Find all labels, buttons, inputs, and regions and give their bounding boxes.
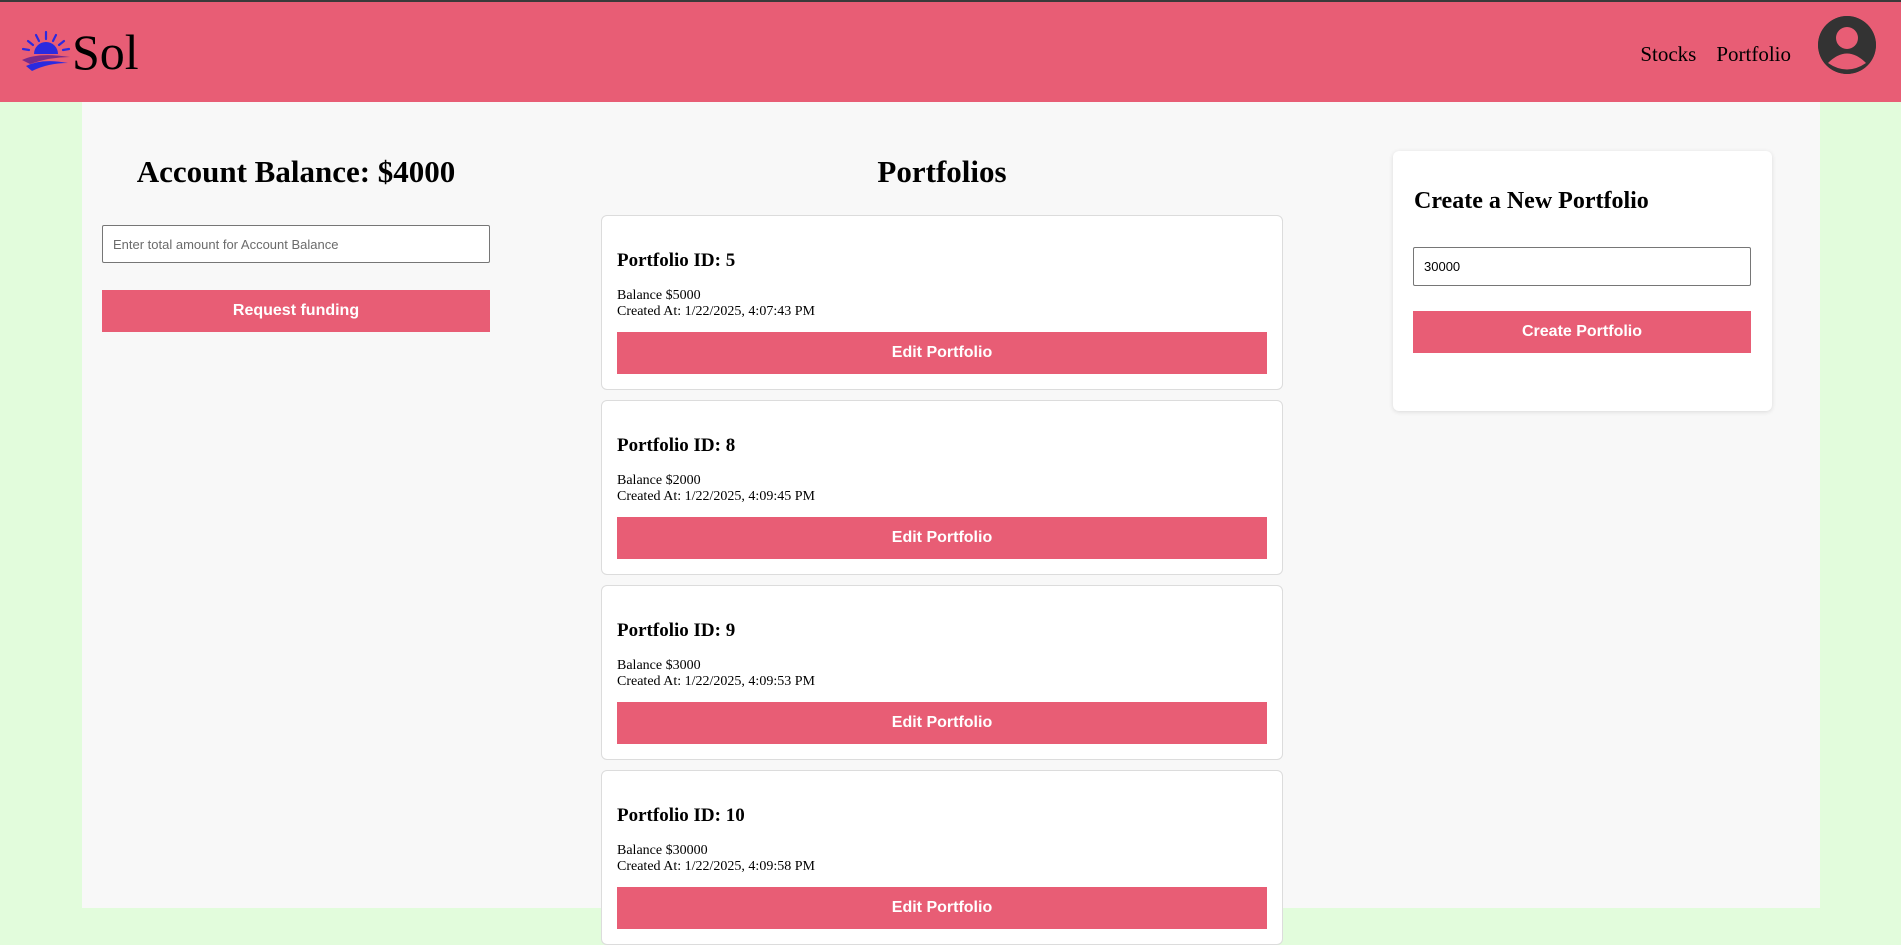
portfolio-title: Portfolio ID: 5 [617, 250, 736, 271]
brand-logo[interactable]: Sol [20, 22, 139, 82]
portfolio-balance: Balance $3000 [617, 658, 701, 673]
edit-portfolio-button[interactable]: Edit Portfolio [617, 702, 1267, 744]
main-content: Account Balance: $4000 Request funding P… [82, 102, 1820, 945]
account-balance-panel: Account Balance: $4000 Request funding [102, 152, 490, 332]
edit-portfolio-button[interactable]: Edit Portfolio [617, 332, 1267, 374]
edit-portfolio-button[interactable]: Edit Portfolio [617, 517, 1267, 559]
navbar: Sol Stocks Portfolio [0, 2, 1901, 102]
nav-portfolio-link[interactable]: Portfolio [1716, 42, 1791, 67]
portfolio-card: Portfolio ID: 5 Balance $5000 Created At… [601, 215, 1283, 390]
create-portfolio-card: Create a New Portfolio Create Portfolio [1393, 151, 1772, 411]
sunrise-logo-icon [21, 30, 71, 71]
portfolio-created: Created At: 1/22/2025, 4:07:43 PM [617, 304, 815, 319]
account-balance-input[interactable] [102, 225, 490, 263]
portfolio-balance: Balance $2000 [617, 473, 701, 488]
portfolio-title: Portfolio ID: 10 [617, 805, 745, 826]
portfolio-card: Portfolio ID: 8 Balance $2000 Created At… [601, 400, 1283, 575]
portfolio-created: Created At: 1/22/2025, 4:09:58 PM [617, 859, 815, 874]
portfolio-balance: Balance $30000 [617, 843, 708, 858]
create-portfolio-amount-input[interactable] [1413, 247, 1751, 286]
request-funding-button[interactable]: Request funding [102, 290, 490, 332]
portfolio-created: Created At: 1/22/2025, 4:09:53 PM [617, 674, 815, 689]
portfolio-title: Portfolio ID: 8 [617, 435, 736, 456]
portfolio-card: Portfolio ID: 9 Balance $3000 Created At… [601, 585, 1283, 760]
portfolio-meta: Balance $3000 Created At: 1/22/2025, 4:0… [617, 658, 815, 690]
portfolio-title: Portfolio ID: 9 [617, 620, 736, 641]
portfolio-meta: Balance $5000 Created At: 1/22/2025, 4:0… [617, 288, 815, 320]
create-portfolio-button[interactable]: Create Portfolio [1413, 311, 1751, 353]
portfolios-panel: Portfolios Portfolio ID: 5 Balance $5000… [601, 152, 1283, 945]
brand-name: Sol [72, 24, 139, 80]
create-portfolio-title: Create a New Portfolio [1414, 188, 1649, 214]
portfolio-balance: Balance $5000 [617, 288, 701, 303]
portfolio-meta: Balance $2000 Created At: 1/22/2025, 4:0… [617, 473, 815, 505]
nav-stocks-link[interactable]: Stocks [1640, 42, 1696, 67]
nav-links: Stocks Portfolio [1640, 42, 1791, 67]
account-balance-title: Account Balance: $4000 [136, 154, 456, 189]
portfolio-meta: Balance $30000 Created At: 1/22/2025, 4:… [617, 843, 815, 875]
portfolio-created: Created At: 1/22/2025, 4:09:45 PM [617, 489, 815, 504]
portfolios-title: Portfolios [877, 154, 1007, 189]
portfolio-card: Portfolio ID: 10 Balance $30000 Created … [601, 770, 1283, 945]
user-avatar-icon[interactable] [1818, 16, 1876, 74]
edit-portfolio-button[interactable]: Edit Portfolio [617, 887, 1267, 929]
portfolio-list: Portfolio ID: 5 Balance $5000 Created At… [601, 215, 1283, 945]
